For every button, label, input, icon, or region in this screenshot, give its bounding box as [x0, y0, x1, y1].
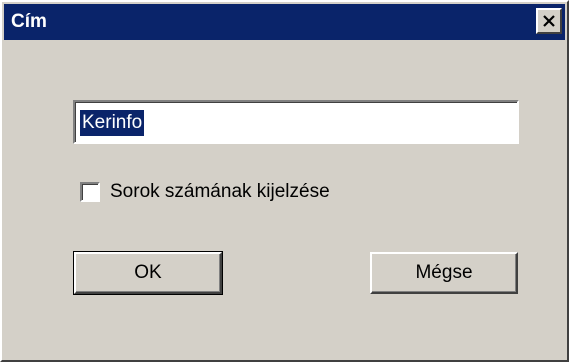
ok-button[interactable]: OK	[73, 251, 223, 295]
show-rows-label[interactable]: Sorok számának kijelzése	[110, 180, 330, 204]
dialog-window: Cím Kerinfo Sorok számának kijelzése OK …	[0, 0, 569, 362]
close-icon	[543, 15, 555, 27]
window-title: Cím	[11, 11, 47, 32]
title-input-value: Kerinfo	[80, 110, 145, 136]
show-rows-checkbox[interactable]	[80, 182, 100, 202]
close-button[interactable]	[536, 8, 562, 34]
title-input[interactable]: Kerinfo	[73, 100, 519, 144]
cancel-button[interactable]: Mégse	[370, 252, 518, 294]
title-bar[interactable]: Cím	[4, 4, 565, 40]
